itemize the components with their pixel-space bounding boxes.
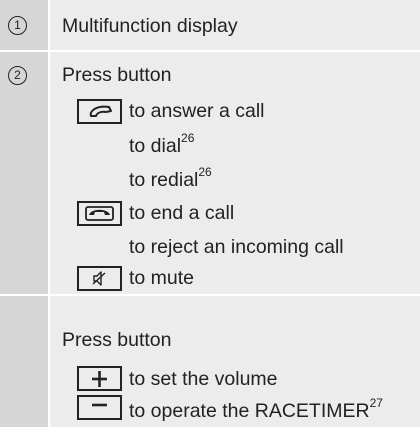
section-heading: Press button	[62, 329, 172, 351]
action-racetimer-text: to operate the RACETIMER27	[129, 395, 383, 423]
action-mute-text: to mute	[129, 267, 195, 289]
item-number-badge: 2	[8, 66, 27, 85]
action-reject-text: to reject an incoming call	[129, 236, 344, 258]
footnote-ref: 27	[369, 395, 383, 410]
action-redial-text: to redial26	[129, 164, 212, 192]
row-divider	[0, 50, 420, 52]
legend-row-3: Press button to set the volume to operat…	[0, 296, 420, 427]
item-text: Multifunction display	[62, 15, 238, 37]
action-end-text: to end a call	[129, 202, 235, 224]
legend-row-2: 2 Press button to answer a call to dial2…	[0, 52, 420, 294]
answer-call-button-key	[77, 99, 122, 124]
footnote-ref: 26	[181, 130, 195, 145]
description-cell: Multifunction display	[50, 0, 420, 50]
legend-row-1: 1 Multifunction display	[0, 0, 420, 50]
phone-pickup-icon	[89, 105, 112, 117]
number-cell: 2	[0, 52, 48, 294]
volume-plus-button-key	[77, 366, 122, 391]
item-number-badge: 1	[8, 16, 27, 35]
description-cell: Press button to set the volume to operat…	[50, 296, 420, 427]
mute-button-key	[77, 266, 122, 291]
action-answer-text: to answer a call	[129, 100, 265, 122]
description-cell: Press button to answer a call to dial26 …	[50, 52, 420, 294]
speaker-mute-icon	[92, 271, 106, 286]
action-volume-text: to set the volume	[129, 368, 278, 390]
action-dial-text: to dial26	[129, 130, 195, 158]
number-cell: 1	[0, 0, 48, 50]
button-legend-table: 1 Multifunction display 2 Press button t…	[0, 0, 420, 427]
number-cell	[0, 296, 48, 427]
row-divider	[0, 294, 420, 296]
end-call-button-key	[77, 201, 122, 226]
minus-icon	[92, 403, 107, 407]
section-heading: Press button	[62, 64, 172, 86]
phone-hangup-icon	[85, 206, 114, 221]
plus-icon	[92, 371, 107, 387]
volume-minus-button-key	[77, 395, 122, 420]
footnote-ref: 26	[198, 164, 212, 179]
